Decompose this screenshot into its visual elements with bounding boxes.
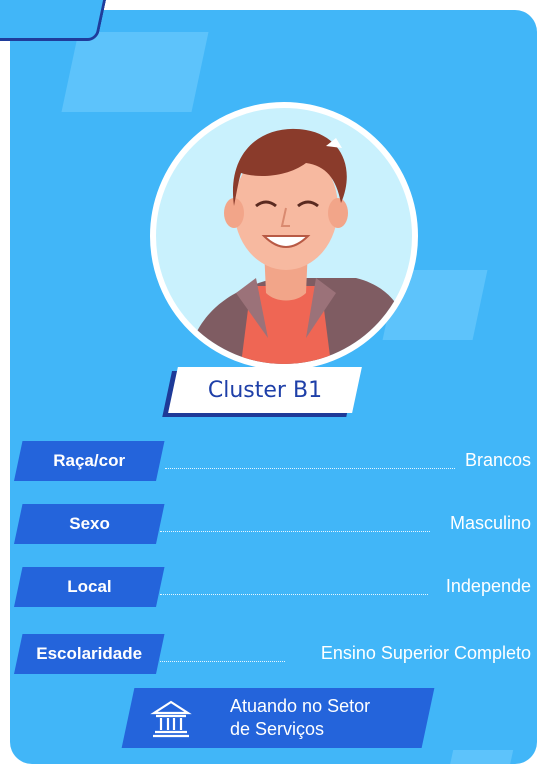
attribute-label: Local (14, 567, 165, 607)
dotted-leader (160, 594, 428, 595)
avatar (150, 102, 418, 370)
attribute-value: Independe (445, 576, 531, 596)
attribute-value: Masculino (449, 513, 531, 533)
cluster-title-text: Cluster B1 (207, 377, 323, 403)
cluster-title: Cluster B1 (168, 367, 362, 413)
corner-tab (0, 0, 109, 41)
dotted-leader (160, 661, 285, 662)
attribute-row-local: Local Independe (0, 567, 537, 607)
attribute-value: Ensino Superior Completo (320, 643, 531, 663)
sector-content: Atuando no Setor de Serviços (150, 692, 430, 744)
dotted-leader (160, 531, 430, 532)
attribute-row-raca: Raça/cor Brancos (0, 441, 537, 481)
sector-line-2: de Serviços (230, 719, 325, 739)
sector-text: Atuando no Setor de Serviços (230, 695, 370, 741)
attribute-value: Brancos (464, 450, 531, 470)
sector-line-1: Atuando no Setor (230, 696, 371, 716)
decorative-shape (61, 32, 209, 112)
person-illustration (186, 128, 412, 364)
dotted-leader (165, 468, 455, 469)
attribute-label: Sexo (14, 504, 165, 544)
bank-building-icon (150, 700, 192, 738)
attribute-label: Escolaridade (14, 634, 165, 674)
attribute-label: Raça/cor (14, 441, 165, 481)
decorative-shape (446, 750, 514, 764)
attribute-row-sexo: Sexo Masculino (0, 504, 537, 544)
attribute-row-escolaridade: Escolaridade Ensino Superior Completo (0, 634, 537, 674)
